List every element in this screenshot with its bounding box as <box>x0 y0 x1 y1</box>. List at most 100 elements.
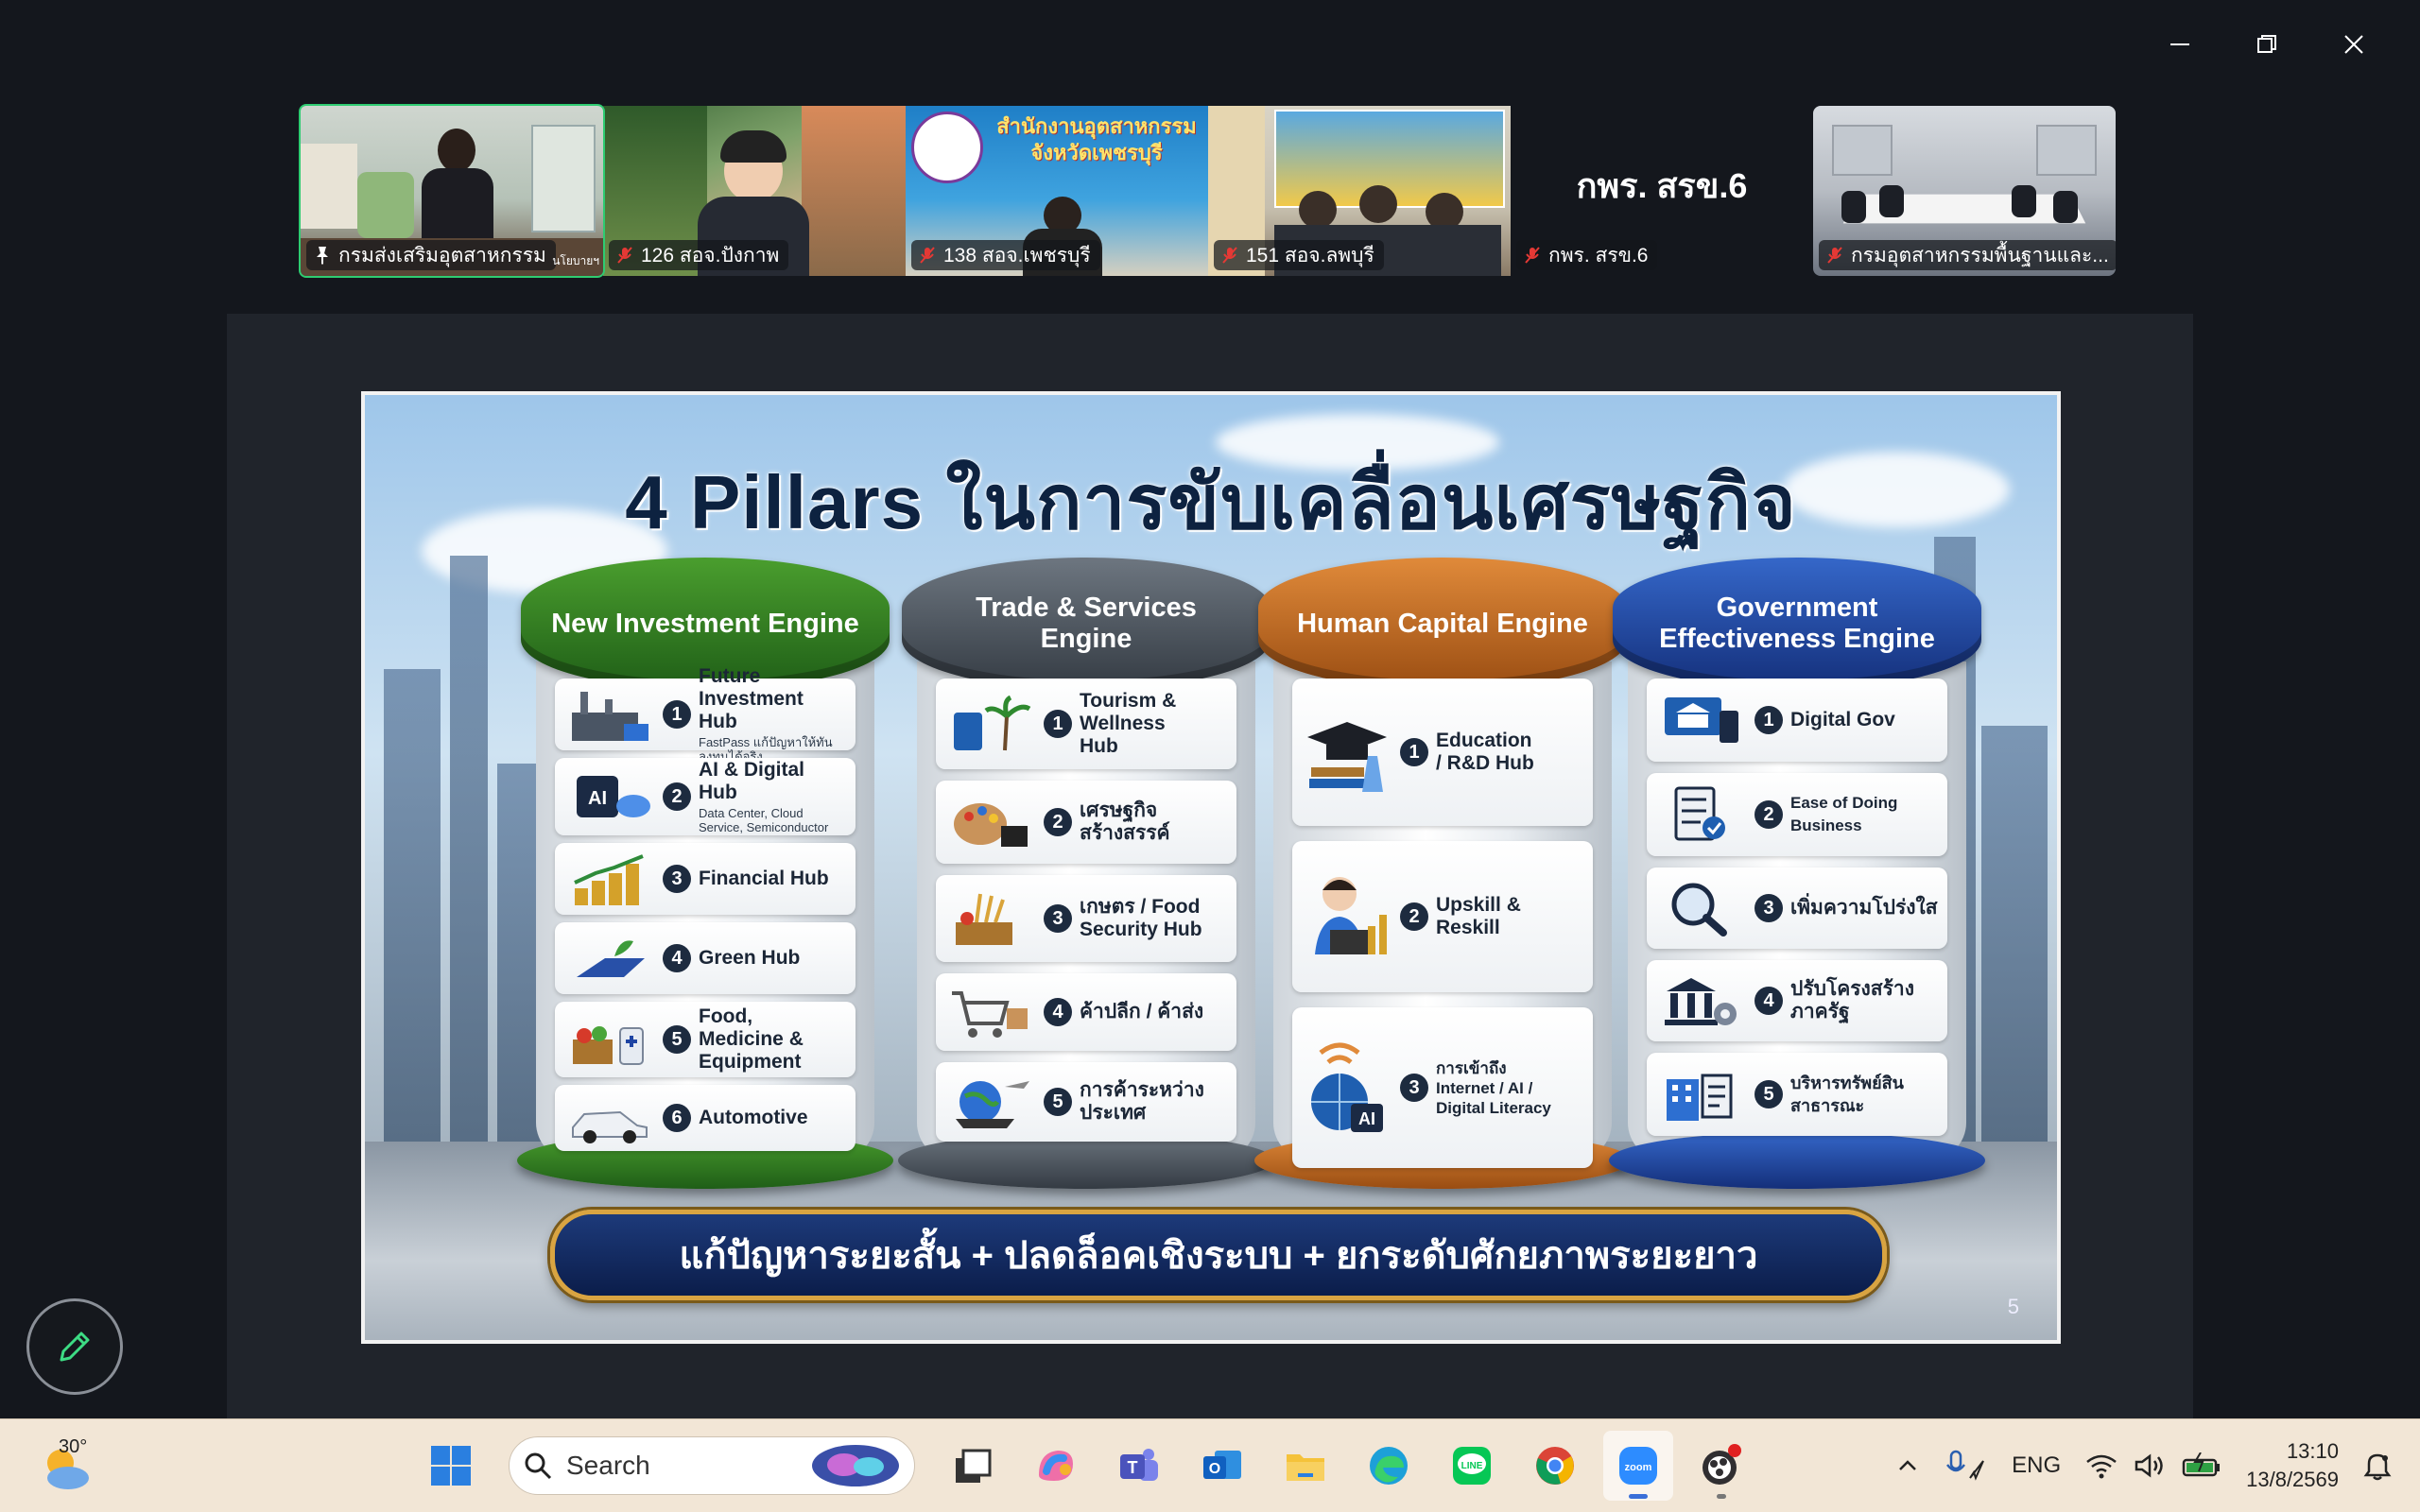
pillar-item: AI 3 การเข้าถึง Internet / AI / Digital … <box>1292 1007 1593 1168</box>
participant-tile[interactable]: กพร. สรข.6 กพร. สรข.6 <box>1511 106 1813 276</box>
pillar-item: 2 เศรษฐกิจสร้างสรรค์ <box>936 781 1236 864</box>
notification-bell-icon[interactable] <box>2363 1451 2392 1481</box>
microphone-location-icon[interactable] <box>1945 1450 1987 1482</box>
file-explorer-button[interactable] <box>1270 1431 1340 1501</box>
student-laptop-icon <box>1302 865 1392 969</box>
pillar-item: 4 Green Hub <box>555 922 856 994</box>
muted-mic-icon <box>1222 247 1237 264</box>
wheat-icon <box>945 888 1036 949</box>
chevron-up-icon[interactable] <box>1894 1452 1921 1479</box>
svg-text:T: T <box>1128 1458 1138 1477</box>
muted-mic-icon <box>617 247 632 264</box>
copilot-button[interactable] <box>1021 1431 1091 1501</box>
participant-display-name: กพร. สรข.6 <box>1576 166 1748 205</box>
participant-tile[interactable]: 126 สอจ.ปังกาพ <box>603 106 906 276</box>
pillar-base <box>1609 1132 1985 1189</box>
pillar-item: 5 บริหารทรัพย์สินสาธารณะ <box>1647 1053 1947 1136</box>
slide-title: 4 Pillars ในการขับเคลื่อนเศรษฐกิจ <box>625 460 1797 544</box>
participant-name: กรมส่งเสริมอุตสาหกรรม <box>338 244 546 266</box>
chrome-button[interactable] <box>1520 1431 1590 1501</box>
globe-ship-icon <box>945 1072 1036 1132</box>
pillar-item: 3 เกษตร / Food Security Hub <box>936 875 1236 962</box>
chrome-icon <box>1536 1447 1574 1485</box>
ai-chip-icon: AI <box>564 766 655 827</box>
system-tray: ENG 13:10 13/8/2569 <box>1894 1419 2420 1512</box>
solar-panel-icon <box>564 928 655 988</box>
outlook-button[interactable]: O <box>1187 1431 1257 1501</box>
start-button[interactable] <box>416 1431 486 1501</box>
globe-ai-icon: AI <box>1302 1031 1392 1144</box>
building-decoration <box>450 556 488 1160</box>
quick-settings[interactable] <box>2085 1452 2221 1479</box>
clock-date: 13/8/2569 <box>2246 1468 2339 1491</box>
language-indicator[interactable]: ENG <box>2012 1452 2061 1479</box>
restore-button[interactable] <box>2223 23 2310 66</box>
coins-chart-icon <box>564 849 655 909</box>
pillar-government-effectiveness: Government Effectiveness Engine 1 Digita… <box>1609 558 1985 1189</box>
folder-icon <box>1287 1454 1324 1481</box>
svg-text:AI: AI <box>1358 1109 1375 1128</box>
clock[interactable]: 13:10 13/8/2569 <box>2246 1437 2339 1494</box>
outlook-icon: O <box>1203 1451 1241 1479</box>
svg-text:AI: AI <box>588 788 607 809</box>
close-button[interactable] <box>2310 23 2397 66</box>
shared-screen: 4 Pillars ในการขับเคลื่อนเศรษฐกิจ New In… <box>227 314 2193 1419</box>
pillar-item: 5 Food, Medicine & Equipment <box>555 1002 856 1077</box>
minimize-icon <box>2170 43 2189 45</box>
search-placeholder: Search <box>566 1451 650 1480</box>
pencil-icon <box>60 1332 90 1362</box>
car-icon <box>564 1088 655 1148</box>
line-icon: LINE <box>1453 1447 1491 1485</box>
emblem-icon <box>911 112 983 183</box>
participant-tile[interactable]: สำนักงานอุตสาหกรรม จังหวัดเพชรบุรี 138 ส… <box>906 106 1208 276</box>
gov-building-icon <box>1656 690 1747 750</box>
restore-icon <box>2257 35 2276 53</box>
participant-label: 126 สอจ.ปังกาพ <box>609 240 789 270</box>
pillar-item: 2 Ease of Doing Business <box>1647 773 1947 856</box>
pillar-trade-services: Trade & Services Engine 1 Tourism & Well… <box>898 558 1274 1189</box>
obs-button[interactable] <box>1686 1431 1756 1501</box>
svg-text:O: O <box>1209 1461 1220 1477</box>
line-button[interactable]: LINE <box>1437 1431 1507 1501</box>
pin-icon <box>317 247 328 265</box>
cart-icon <box>945 982 1036 1042</box>
search-box[interactable]: Search <box>509 1436 915 1495</box>
pillar-item: 3 เพิ่มความโปร่งใส <box>1647 868 1947 949</box>
pillar-header: Human Capital Engine <box>1258 558 1627 690</box>
participant-name: 151 สอจ.ลพบุรี <box>1246 244 1374 266</box>
checklist-icon <box>1656 784 1747 845</box>
minimize-button[interactable] <box>2136 23 2223 66</box>
pillar-item: 5 การค้าระหว่างประเทศ <box>936 1062 1236 1142</box>
svg-text:zoom: zoom <box>1625 1462 1652 1473</box>
pillar-item: 4 ค้าปลีก / ค้าส่ง <box>936 973 1236 1051</box>
zoom-button[interactable]: zoom <box>1603 1431 1673 1501</box>
participant-label: กพร. สรข.6 <box>1516 240 1658 270</box>
annotate-button[interactable] <box>26 1298 123 1395</box>
edge-icon <box>1370 1447 1408 1485</box>
office-sign: สำนักงานอุตสาหกรรม จังหวัดเพชรบุรี <box>996 114 1197 164</box>
luggage-palm-icon <box>945 694 1036 754</box>
edge-button[interactable] <box>1354 1431 1424 1501</box>
speaker-icon <box>2135 1453 2163 1478</box>
participant-name: กรมอุตสาหกรรมพื้นฐานและ... <box>1851 244 2109 266</box>
copilot-icon <box>1039 1451 1073 1481</box>
search-icon <box>525 1452 552 1480</box>
building-decoration <box>1981 726 2048 1160</box>
task-view-button[interactable] <box>938 1431 1008 1501</box>
document-building-icon <box>1656 1064 1747 1125</box>
building-decoration <box>384 669 441 1160</box>
close-icon <box>2344 35 2363 54</box>
weather-widget[interactable]: 30° <box>38 1436 104 1495</box>
participant-label: 151 สอจ.ลพบุรี <box>1214 240 1384 270</box>
pillar-item: 3 Financial Hub <box>555 843 856 915</box>
participant-name: กพร. สรข.6 <box>1548 244 1649 266</box>
participant-tile[interactable]: กรมส่งเสริมอุตสาหกรรม นโยบายฯ <box>299 104 605 278</box>
pillar-item: 6 Automotive <box>555 1085 856 1151</box>
participant-tile[interactable]: 151 สอจ.ลพบุรี <box>1208 106 1511 276</box>
teams-button[interactable]: T <box>1104 1431 1174 1501</box>
name-sign: นโยบายฯ <box>552 254 599 267</box>
zoom-icon: zoom <box>1619 1447 1657 1485</box>
pillar-item: 1 Education / R&D Hub <box>1292 679 1593 826</box>
task-view-icon <box>956 1449 992 1483</box>
participant-tile[interactable]: กรมอุตสาหกรรมพื้นฐานและ... <box>1813 106 2116 276</box>
